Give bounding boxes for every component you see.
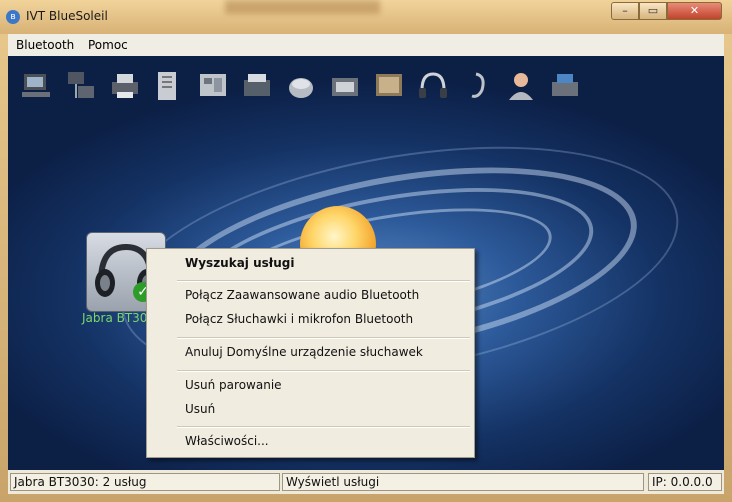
menu-remove-pairing[interactable]: Usuń parowanie — [185, 378, 282, 392]
bluetooth-icon: ʙ — [6, 10, 20, 24]
app-window: ʙ IVT BlueSoleil – ▭ ✕ Bluetooth Pomoc ✓ — [0, 0, 732, 502]
printer-icon[interactable] — [108, 68, 142, 104]
headset-icon[interactable] — [460, 68, 494, 104]
network-icon[interactable] — [20, 68, 54, 104]
window-title: IVT BlueSoleil — [26, 9, 108, 23]
maximize-button[interactable]: ▭ — [639, 2, 667, 20]
menu-cancel-default-headphones[interactable]: Anuluj Domyślne urządzenie słuchawek — [185, 345, 423, 359]
menu-separator — [177, 280, 470, 282]
fax-icon[interactable] — [240, 68, 274, 104]
sync-icon[interactable] — [196, 68, 230, 104]
context-menu: Wyszukaj usługi Połącz Zaawansowane audi… — [146, 248, 475, 458]
menu-bar: Bluetooth Pomoc — [8, 34, 724, 57]
file-transfer-icon[interactable] — [152, 68, 186, 104]
lan-icon[interactable] — [64, 68, 98, 104]
printer-share-icon[interactable] — [548, 68, 582, 104]
menu-pomoc[interactable]: Pomoc — [88, 38, 128, 52]
image-icon[interactable] — [372, 68, 406, 104]
headphones-icon[interactable] — [416, 68, 450, 104]
status-ip: IP: 0.0.0.0 — [648, 473, 722, 491]
menu-remove[interactable]: Usuń — [185, 402, 215, 416]
title-bar[interactable]: ʙ IVT BlueSoleil – ▭ ✕ — [0, 0, 732, 34]
status-action: Wyświetl usługi — [282, 473, 644, 491]
status-device-info: Jabra BT3030: 2 usług — [10, 473, 280, 491]
status-bar: Jabra BT3030: 2 usług Wyświetl usługi IP… — [8, 470, 724, 494]
menu-connect-advanced-audio[interactable]: Połącz Zaawansowane audio Bluetooth — [185, 288, 419, 302]
scanner-icon[interactable] — [284, 68, 318, 104]
minimize-button[interactable]: – — [611, 2, 639, 20]
menu-separator — [177, 337, 470, 339]
user-icon[interactable] — [504, 68, 538, 104]
phone-icon[interactable] — [328, 68, 362, 104]
close-button[interactable]: ✕ — [667, 2, 722, 20]
menu-separator — [177, 426, 470, 428]
menu-search-services[interactable]: Wyszukaj usługi — [185, 256, 294, 270]
menu-properties[interactable]: Właściwości... — [185, 434, 269, 448]
menu-separator — [177, 370, 470, 372]
menu-bluetooth[interactable]: Bluetooth — [16, 38, 74, 52]
title-bar-reflection — [225, 0, 380, 14]
menu-connect-headset[interactable]: Połącz Słuchawki i mikrofon Bluetooth — [185, 312, 413, 326]
